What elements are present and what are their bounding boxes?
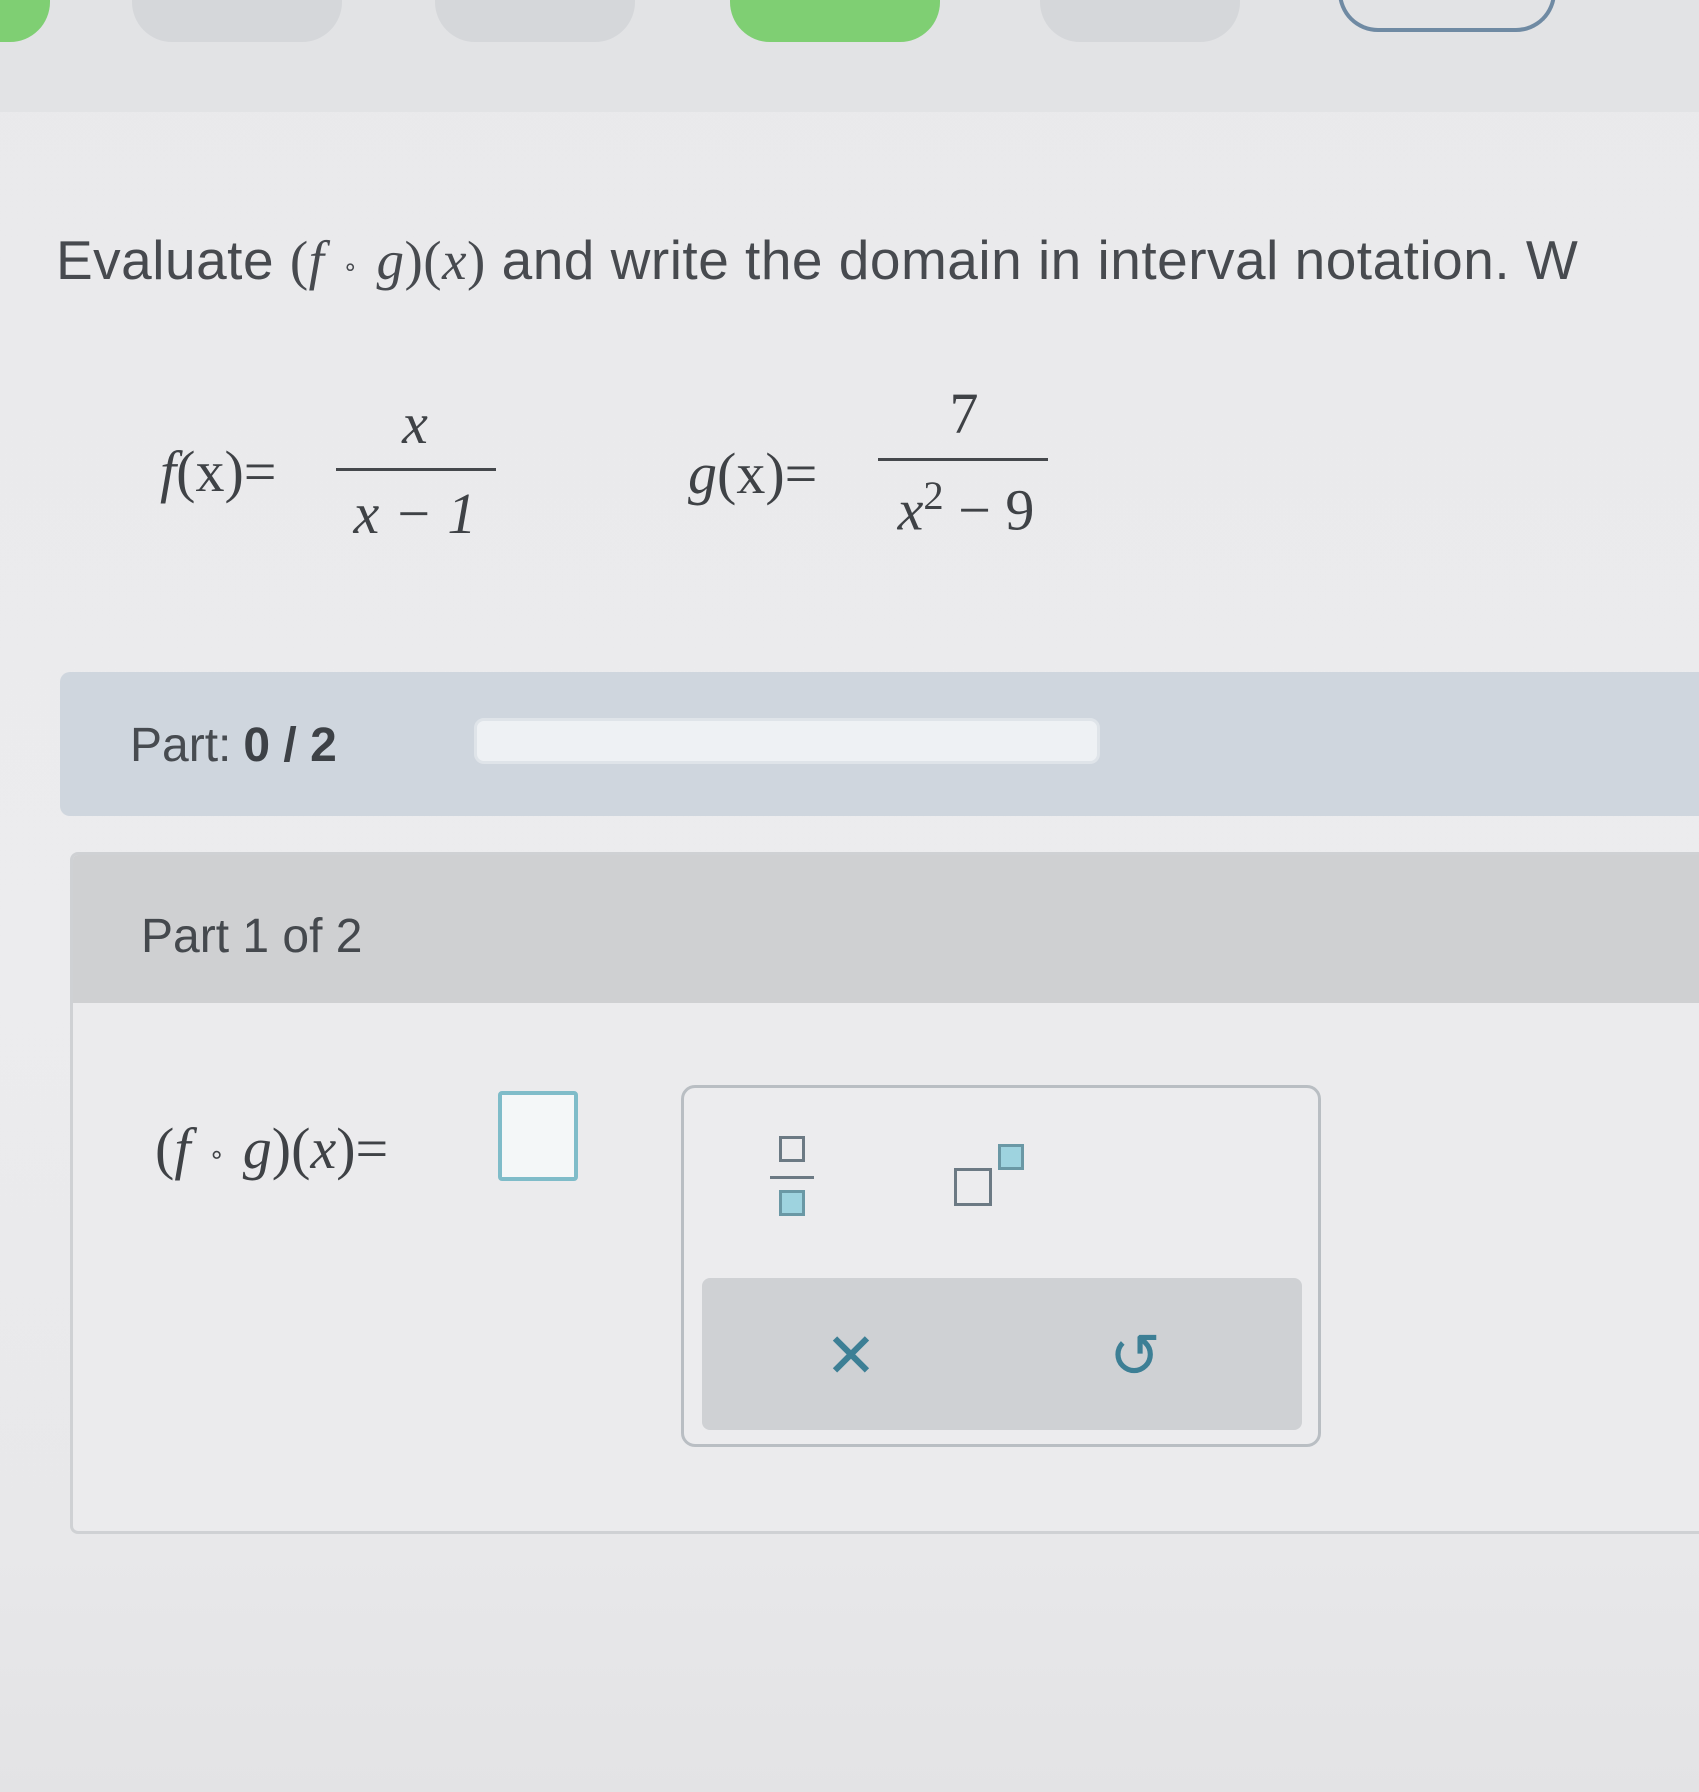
f-arg: (x)= xyxy=(176,439,277,504)
answer-input[interactable] xyxy=(498,1091,578,1181)
close-icon: ✕ xyxy=(825,1318,877,1392)
f-name: f xyxy=(160,439,177,504)
question-prefix: Evaluate xyxy=(56,229,275,291)
undo-icon: ↺ xyxy=(1109,1318,1161,1392)
g-numerator: 7 xyxy=(949,381,979,446)
question-text: Evaluate (f ∘ g)(x) and write the domain i… xyxy=(56,228,1578,292)
fraction-icon[interactable] xyxy=(764,1130,820,1230)
tab-question-3[interactable] xyxy=(730,0,940,42)
tab-previous-complete[interactable] xyxy=(0,0,50,42)
answer-expression: (f ∘ g)(x)= xyxy=(155,1116,389,1181)
math-palette: ✕ ↺ xyxy=(681,1085,1321,1447)
progress-bar xyxy=(474,718,1100,764)
tab-question-1[interactable] xyxy=(132,0,342,42)
g-arg: (x)= xyxy=(717,441,818,506)
composition-expression: (f ∘ g)(x) xyxy=(289,230,486,291)
fraction-bar xyxy=(770,1176,814,1179)
progress-label-text: Part: xyxy=(130,719,232,772)
g-denominator-var: x xyxy=(897,477,924,543)
fraction-denominator-box xyxy=(779,1190,805,1216)
part-title: Part 1 of 2 xyxy=(141,910,363,963)
g-denominator-rest: − 9 xyxy=(943,477,1035,543)
tab-question-current[interactable] xyxy=(1338,0,1556,32)
tab-question-4[interactable] xyxy=(1040,0,1240,42)
progress-label: Part: 0 / 2 xyxy=(130,718,337,773)
tab-question-2[interactable] xyxy=(435,0,635,42)
question-suffix: and write the domain in interval notatio… xyxy=(501,229,1579,291)
f-denominator: x − 1 xyxy=(353,481,477,546)
g-denominator: x2 − 9 xyxy=(876,472,1056,543)
part-section: Part 1 of 2 (f ∘ g)(x)= ✕ ↺ xyxy=(70,852,1699,1534)
g-name: g xyxy=(688,441,717,506)
g-fraction-bar xyxy=(878,458,1048,461)
f-numerator: x xyxy=(402,391,428,456)
top-tab-strip xyxy=(0,0,1699,112)
g-definition: g(x)= 7 x2 − 9 xyxy=(688,380,1068,560)
palette-actions: ✕ ↺ xyxy=(702,1278,1302,1430)
f-definition: f(x)= x x − 1 xyxy=(160,390,500,550)
g-denominator-exponent: 2 xyxy=(923,473,944,518)
page-bottom xyxy=(0,1540,1699,1792)
exponent-icon[interactable] xyxy=(950,1144,1040,1234)
undo-button[interactable]: ↺ xyxy=(1090,1310,1180,1400)
part-header: Part 1 of 2 xyxy=(73,855,1699,1003)
f-fraction-bar xyxy=(336,468,496,471)
fraction-numerator-box xyxy=(779,1136,805,1162)
clear-button[interactable]: ✕ xyxy=(806,1310,896,1400)
progress-band: Part: 0 / 2 xyxy=(60,672,1699,816)
exponent-base-box xyxy=(954,1168,992,1206)
progress-value: 0 / 2 xyxy=(243,719,337,772)
exponent-power-box xyxy=(998,1144,1024,1170)
